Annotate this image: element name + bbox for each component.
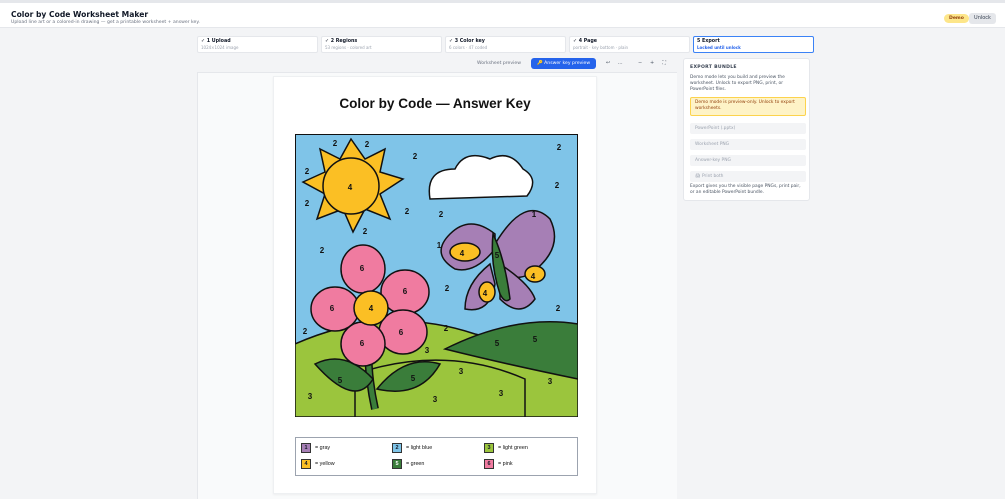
- worksheet-preview-tab[interactable]: Worksheet preview: [468, 58, 527, 69]
- svg-text:3: 3: [459, 367, 464, 376]
- step-detail: portrait · key bottom · plain: [573, 45, 629, 50]
- svg-text:2: 2: [363, 227, 368, 236]
- color-legend: 1 = gray 2 = light blue 3 = light green …: [295, 437, 578, 476]
- svg-text:2: 2: [365, 140, 370, 149]
- svg-text:6: 6: [360, 264, 365, 273]
- svg-text:2: 2: [557, 143, 562, 152]
- legend-item: 1 = gray: [301, 443, 330, 453]
- step-upload[interactable]: ✓ 1 Upload 1024×1024 image: [197, 36, 318, 53]
- svg-text:5: 5: [533, 335, 538, 344]
- export-heading: EXPORT BUNDLE: [690, 65, 737, 70]
- legend-label: = light green: [498, 445, 528, 451]
- legend-label: = pink: [498, 461, 513, 467]
- svg-text:3: 3: [433, 395, 438, 404]
- legend-swatch: 5: [392, 459, 402, 469]
- zoom-in-icon[interactable]: +: [646, 58, 658, 69]
- legend-label: = yellow: [315, 461, 335, 467]
- more-icon[interactable]: …: [614, 58, 626, 69]
- export-panel: EXPORT BUNDLE Demo mode lets you build a…: [683, 58, 810, 201]
- svg-text:2: 2: [305, 167, 310, 176]
- undo-icon[interactable]: ↩: [602, 58, 614, 69]
- print-both-button[interactable]: 🖨 Print both: [690, 171, 806, 182]
- app-title: Color by Code Worksheet Maker: [11, 10, 149, 19]
- legend-item: 5 = green: [392, 459, 424, 469]
- export-worksheet-png-button[interactable]: Worksheet PNG: [690, 139, 806, 150]
- page-title: Color by Code — Answer Key: [339, 96, 531, 111]
- step-detail: 6 colors · 47 coded: [449, 45, 488, 50]
- demo-badge: Demo: [944, 14, 969, 23]
- answer-key-preview-tab[interactable]: 🔑 Answer key preview: [530, 58, 597, 69]
- top-bar: Color by Code Worksheet Maker Upload lin…: [0, 0, 1005, 28]
- svg-text:2: 2: [320, 246, 325, 255]
- svg-text:2: 2: [439, 210, 444, 219]
- svg-text:2: 2: [556, 304, 561, 313]
- svg-text:6: 6: [360, 339, 365, 348]
- svg-text:2: 2: [303, 327, 308, 336]
- svg-text:5: 5: [411, 374, 416, 383]
- preview-toolbar: Worksheet preview 🔑 Answer key preview ↩…: [468, 58, 670, 69]
- fit-screen-icon[interactable]: ⛶: [658, 58, 670, 69]
- svg-text:2: 2: [444, 324, 449, 333]
- export-footer: Export gives you the visible page PNGs, …: [690, 184, 801, 195]
- svg-text:3: 3: [499, 389, 504, 398]
- step-page[interactable]: ✓ 4 Page portrait · key bottom · plain: [569, 36, 690, 53]
- zoom-out-icon[interactable]: −: [634, 58, 646, 69]
- export-description: Demo mode lets you build and preview the…: [690, 75, 785, 92]
- unlock-button[interactable]: Unlock: [969, 13, 996, 24]
- worksheet-page: Color by Code — Answer Key 4 2 2 2 2 2 2…: [273, 76, 597, 494]
- step-regions[interactable]: ✓ 2 Regions 53 regions · colored art: [321, 36, 442, 53]
- legend-swatch: 1: [301, 443, 311, 453]
- legend-swatch: 4: [301, 459, 311, 469]
- step-export[interactable]: 5 Export Locked until unlock: [693, 36, 814, 53]
- svg-text:4: 4: [460, 249, 465, 258]
- legend-item: 6 = pink: [484, 459, 513, 469]
- svg-text:6: 6: [403, 287, 408, 296]
- svg-text:2: 2: [413, 152, 418, 161]
- svg-text:2: 2: [405, 207, 410, 216]
- legend-swatch: 3: [484, 443, 494, 453]
- step-detail: 53 regions · colored art: [325, 45, 372, 50]
- svg-text:6: 6: [399, 328, 404, 337]
- step-detail: 1024×1024 image: [201, 45, 239, 50]
- svg-text:1: 1: [437, 241, 442, 250]
- svg-text:2: 2: [555, 181, 560, 190]
- svg-text:6: 6: [330, 304, 335, 313]
- svg-text:5: 5: [495, 339, 500, 348]
- svg-text:4: 4: [531, 272, 536, 281]
- svg-text:4: 4: [483, 289, 488, 298]
- svg-text:3: 3: [308, 392, 313, 401]
- legend-swatch: 6: [484, 459, 494, 469]
- svg-text:5: 5: [495, 251, 500, 260]
- svg-text:2: 2: [305, 199, 310, 208]
- svg-text:2: 2: [445, 284, 450, 293]
- svg-text:1: 1: [532, 210, 537, 219]
- color-by-code-artwork: 4 2 2 2 2 2 2 2 2 2 2 2 2 2 2 1 1 4 4 4 …: [295, 134, 578, 417]
- step-color-key[interactable]: ✓ 3 Color key 6 colors · 47 coded: [445, 36, 566, 53]
- legend-item: 2 = light blue: [392, 443, 432, 453]
- legend-label: = light blue: [406, 445, 433, 451]
- step-tabs: ✓ 1 Upload 1024×1024 image ✓ 2 Regions 5…: [197, 36, 814, 53]
- svg-text:3: 3: [425, 346, 430, 355]
- legend-swatch: 2: [392, 443, 402, 453]
- demo-warning: Demo mode is preview-only. Unlock to exp…: [690, 97, 806, 116]
- legend-label: = green: [406, 461, 425, 467]
- step-detail: Locked until unlock: [697, 45, 741, 50]
- export-pptx-button[interactable]: PowerPoint (.pptx): [690, 123, 806, 134]
- legend-item: 3 = light green: [484, 443, 528, 453]
- legend-label: = gray: [315, 445, 331, 451]
- export-answer-key-png-button[interactable]: Answer-key PNG: [690, 155, 806, 166]
- svg-text:3: 3: [548, 377, 553, 386]
- svg-text:2: 2: [333, 139, 338, 148]
- legend-item: 4 = yellow: [301, 459, 335, 469]
- svg-text:4: 4: [348, 183, 353, 192]
- svg-text:5: 5: [338, 376, 343, 385]
- app-subtitle: Upload line art or a colored-in drawing …: [11, 20, 200, 25]
- svg-text:4: 4: [369, 304, 374, 313]
